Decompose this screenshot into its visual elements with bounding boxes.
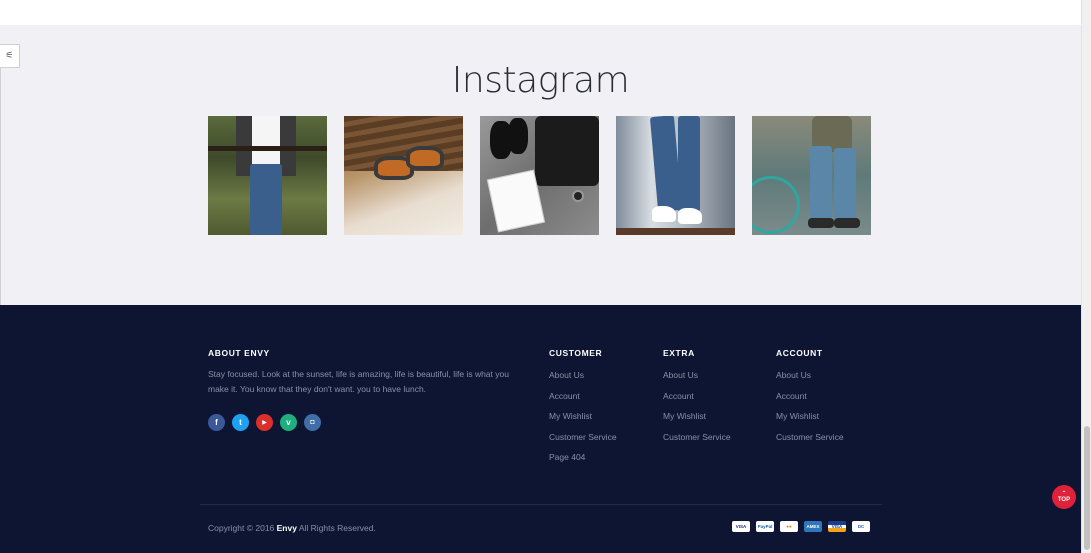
footer-link-customer-service[interactable]: Customer Service — [663, 431, 731, 452]
visa-card-icon: VISA — [828, 521, 846, 532]
copyright-prefix: Copyright © 2016 — [208, 523, 277, 533]
twitter-icon[interactable]: t — [232, 414, 249, 431]
footer-link-about-us[interactable]: About Us — [549, 369, 617, 390]
visa-icon: VISA — [732, 521, 750, 532]
instagram-icon[interactable]: ◘ — [304, 414, 321, 431]
site-footer — [0, 305, 1081, 553]
footer-extra-links: About Us Account My Wishlist Customer Se… — [663, 369, 731, 451]
top-strip — [0, 0, 1081, 25]
footer-link-about-us[interactable]: About Us — [776, 369, 844, 390]
instagram-photo[interactable] — [208, 116, 327, 235]
instagram-gallery — [208, 116, 871, 235]
footer-link-account[interactable]: Account — [776, 390, 844, 411]
facebook-icon[interactable]: f — [208, 414, 225, 431]
payment-methods: VISA PayPal ●● AMEX VISA DC — [732, 521, 870, 532]
footer-link-my-wishlist[interactable]: My Wishlist — [663, 410, 731, 431]
footer-customer-links: About Us Account My Wishlist Customer Se… — [549, 369, 617, 472]
scrollbar-thumb[interactable] — [1084, 426, 1090, 550]
footer-link-account[interactable]: Account — [549, 390, 617, 411]
youtube-icon[interactable]: ▶ — [256, 414, 273, 431]
copyright-brand[interactable]: Envy — [277, 523, 297, 533]
footer-extra-heading: EXTRA — [663, 348, 695, 358]
footer-link-my-wishlist[interactable]: My Wishlist — [549, 410, 617, 431]
footer-link-account[interactable]: Account — [663, 390, 731, 411]
footer-about-heading: ABOUT ENVY — [208, 348, 270, 358]
instagram-title: Instagram — [451, 60, 630, 101]
amex-icon: AMEX — [804, 521, 822, 532]
social-links: f t ▶ v ◘ — [208, 414, 321, 431]
footer-customer-heading: CUSTOMER — [549, 348, 603, 358]
instagram-photo[interactable] — [752, 116, 871, 235]
footer-link-customer-service[interactable]: Customer Service — [776, 431, 844, 452]
scroll-to-top-button[interactable]: ⌃ TOP — [1052, 485, 1076, 509]
footer-link-about-us[interactable]: About Us — [663, 369, 731, 390]
diners-icon: DC — [852, 521, 870, 532]
footer-link-customer-service[interactable]: Customer Service — [549, 431, 617, 452]
instagram-photo[interactable] — [616, 116, 735, 235]
footer-divider — [200, 504, 882, 505]
page-scrollbar[interactable] — [1081, 0, 1091, 553]
instagram-photo[interactable] — [480, 116, 599, 235]
copyright-suffix: All Rights Reserved. — [296, 523, 376, 533]
mastercard-icon: ●● — [780, 521, 798, 532]
copyright-text: Copyright © 2016 Envy All Rights Reserve… — [208, 523, 376, 533]
footer-about-text: Stay focused. Look at the sunset, life i… — [208, 369, 509, 394]
scroll-to-top-label: TOP — [1057, 497, 1071, 503]
footer-link-my-wishlist[interactable]: My Wishlist — [776, 410, 844, 431]
footer-link-page-404[interactable]: Page 404 — [549, 451, 617, 472]
instagram-photo[interactable] — [344, 116, 463, 235]
footer-account-heading: ACCOUNT — [776, 348, 823, 358]
paypal-icon: PayPal — [756, 521, 774, 532]
vine-icon[interactable]: v — [280, 414, 297, 431]
footer-account-links: About Us Account My Wishlist Customer Se… — [776, 369, 844, 451]
